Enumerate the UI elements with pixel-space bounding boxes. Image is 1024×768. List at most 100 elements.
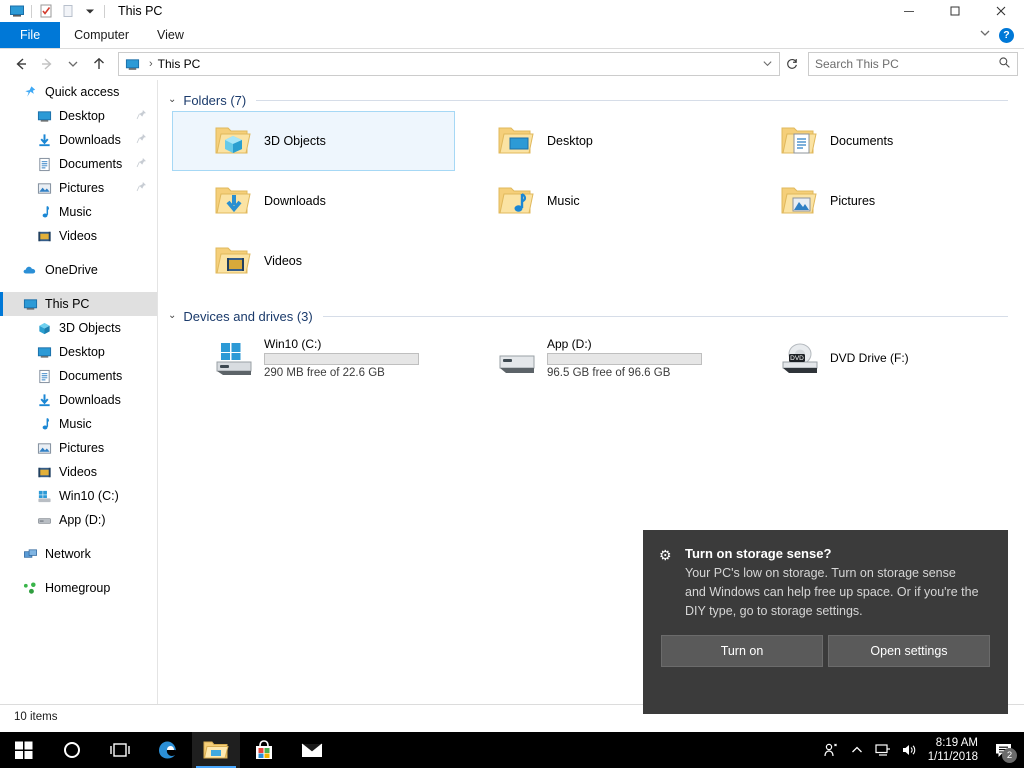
sidebar-label: Documents (59, 369, 123, 383)
drive-icon (36, 512, 52, 528)
edge-button[interactable] (144, 732, 192, 768)
this-pc-icon[interactable] (6, 1, 28, 21)
sidebar-item-desktop-pc[interactable]: Desktop (0, 340, 157, 364)
pin-icon[interactable] (136, 157, 147, 171)
folders-grid: 3D Objects Desktop Documents Downloads M… (158, 111, 1024, 291)
start-button[interactable] (0, 732, 48, 768)
tab-view[interactable]: View (143, 22, 198, 48)
sidebar-item-network[interactable]: Network (0, 542, 157, 566)
refresh-icon[interactable] (780, 51, 804, 77)
search-input[interactable]: Search This PC (808, 52, 1018, 76)
tab-file[interactable]: File (0, 22, 61, 48)
up-arrow-icon[interactable] (86, 51, 112, 77)
pin-star-icon (22, 84, 38, 100)
sidebar-item-onedrive[interactable]: OneDrive (0, 258, 157, 282)
chevron-down-icon[interactable]: ⌄ (168, 95, 176, 105)
sidebar-item-videos-pc[interactable]: Videos (0, 460, 157, 484)
recent-locations-icon[interactable] (60, 51, 86, 77)
drive-usage-bar (264, 353, 419, 365)
sidebar-item-quick-access[interactable]: Quick access (0, 80, 157, 104)
sidebar-label: Pictures (59, 441, 105, 455)
folder-tile-3d-objects[interactable]: 3D Objects (172, 111, 455, 171)
folder-tile-desktop[interactable]: Desktop (455, 111, 738, 171)
drive-free-text: 96.5 GB free of 96.6 GB (547, 367, 671, 379)
pin-icon[interactable] (136, 109, 147, 123)
sidebar-item-3d-objects[interactable]: 3D Objects (0, 316, 157, 340)
svg-text:DVD: DVD (790, 355, 804, 362)
tab-computer[interactable]: Computer (60, 22, 143, 48)
sidebar-label: This PC (45, 297, 90, 311)
sidebar-item-pictures[interactable]: Pictures (0, 176, 157, 200)
sidebar-item-music[interactable]: Music (0, 200, 157, 224)
sidebar-item-documents[interactable]: Documents (0, 152, 157, 176)
folder-3d-objects-icon (212, 120, 254, 162)
sidebar-item-win10-c[interactable]: Win10 (C:) (0, 484, 157, 508)
folder-tile-pictures[interactable]: Pictures (738, 171, 1021, 231)
forward-arrow-icon[interactable] (34, 51, 60, 77)
breadcrumb-separator: › (149, 58, 153, 70)
ribbon-right-controls: ? (979, 22, 1024, 48)
task-view-button[interactable] (96, 732, 144, 768)
address-dropdown-icon[interactable] (762, 58, 773, 71)
pin-icon[interactable] (136, 181, 147, 195)
sidebar-label: 3D Objects (59, 321, 121, 335)
taskbar: 8:19 AM 1/11/2018 2 (0, 732, 1024, 768)
folder-label: Downloads (264, 194, 326, 208)
sidebar-item-pictures-pc[interactable]: Pictures (0, 436, 157, 460)
cortana-button[interactable] (48, 732, 96, 768)
sidebar-item-videos[interactable]: Videos (0, 224, 157, 248)
group-rule (322, 315, 1008, 317)
action-center-button[interactable]: 2 (988, 732, 1018, 768)
mail-button[interactable] (288, 732, 336, 768)
folder-tile-music[interactable]: Music (455, 171, 738, 231)
drive-label: Win10 (C:) (264, 337, 322, 351)
drive-tile-app-d[interactable]: App (D:) 96.5 GB free of 96.6 GB (455, 327, 738, 389)
address-input[interactable]: › This PC (118, 52, 780, 76)
sidebar-item-desktop[interactable]: Desktop (0, 104, 157, 128)
people-icon[interactable] (818, 732, 844, 768)
sidebar-gap-2 (0, 282, 157, 292)
volume-icon[interactable] (896, 732, 922, 768)
back-arrow-icon[interactable] (8, 51, 34, 77)
clock[interactable]: 8:19 AM 1/11/2018 (922, 732, 988, 768)
customize-quick-access-chevron-icon[interactable] (79, 1, 101, 21)
file-explorer-button[interactable] (192, 732, 240, 768)
chevron-down-icon[interactable]: ⌄ (168, 311, 176, 321)
drive-tile-win10-c[interactable]: Win10 (C:) 290 MB free of 22.6 GB (172, 327, 455, 389)
group-header-devices[interactable]: ⌄ Devices and drives (3) (158, 305, 1024, 327)
properties-icon[interactable] (35, 1, 57, 21)
turn-on-button[interactable]: Turn on (661, 635, 823, 667)
folder-downloads-icon (212, 180, 254, 222)
folder-tile-videos[interactable]: Videos (172, 231, 455, 291)
new-folder-icon[interactable] (57, 1, 79, 21)
sidebar-item-downloads[interactable]: Downloads (0, 128, 157, 152)
microsoft-store-button[interactable] (240, 732, 288, 768)
sidebar-item-music-pc[interactable]: Music (0, 412, 157, 436)
open-settings-button[interactable]: Open settings (828, 635, 990, 667)
network-tray-icon[interactable] (870, 732, 896, 768)
navigation-pane[interactable]: Quick access Desktop Downloads Documents… (0, 80, 157, 704)
toolbar-divider (31, 4, 32, 18)
pin-icon[interactable] (136, 133, 147, 147)
search-icon[interactable] (998, 56, 1011, 72)
chevron-up-icon[interactable] (844, 732, 870, 768)
sidebar-item-documents-pc[interactable]: Documents (0, 364, 157, 388)
folder-tile-downloads[interactable]: Downloads (172, 171, 455, 231)
close-button[interactable] (978, 0, 1024, 22)
chevron-down-icon[interactable] (979, 26, 991, 44)
help-icon[interactable]: ? (999, 27, 1014, 43)
maximize-button[interactable] (932, 0, 978, 22)
group-header-folders[interactable]: ⌄ Folders (7) (158, 89, 1024, 111)
sidebar-item-downloads-pc[interactable]: Downloads (0, 388, 157, 412)
homegroup-icon (22, 580, 38, 596)
folder-documents-icon (778, 120, 820, 162)
sidebar-item-this-pc[interactable]: This PC (0, 292, 157, 316)
sidebar-item-app-d[interactable]: App (D:) (0, 508, 157, 532)
drive-label: App (D:) (547, 337, 592, 351)
minimize-button[interactable] (886, 0, 932, 22)
sidebar-item-homegroup[interactable]: Homegroup (0, 576, 157, 600)
drive-tile-dvd-f[interactable]: DVD DVD Drive (F:) (738, 327, 1021, 389)
folder-tile-documents[interactable]: Documents (738, 111, 1021, 171)
dvd-drive-icon: DVD (778, 336, 824, 380)
storage-sense-notification[interactable]: ⚙ Turn on storage sense? Your PC's low o… (643, 530, 1008, 714)
